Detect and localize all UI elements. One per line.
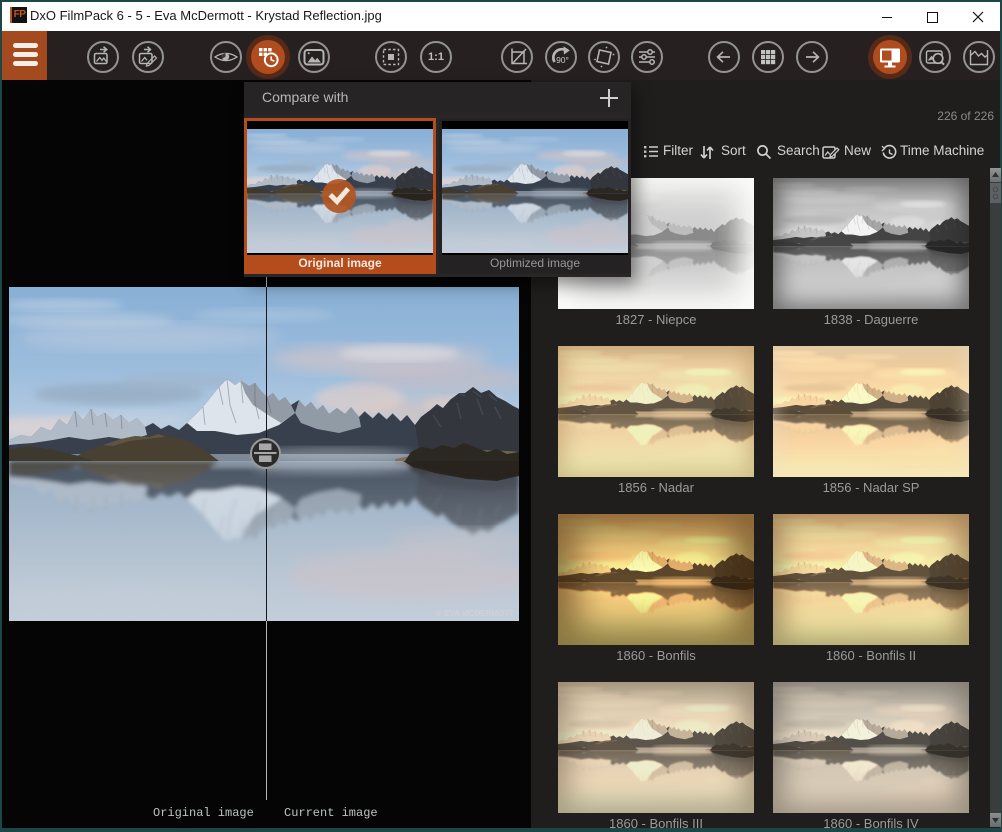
svg-text:90°: 90° — [556, 55, 569, 65]
